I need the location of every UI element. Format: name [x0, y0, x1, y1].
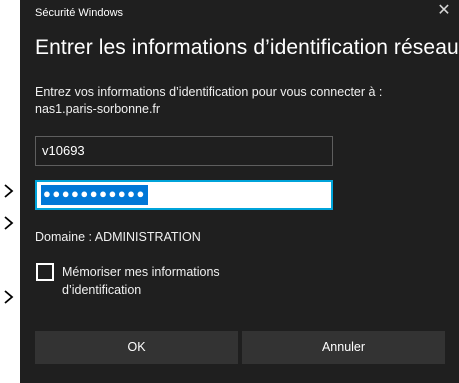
ok-button[interactable]: OK [35, 331, 238, 364]
password-field[interactable]: ●●●●●●●●●●● [35, 180, 333, 210]
username-field[interactable]: v10693 [35, 136, 333, 166]
remember-label-line2: d’identification [62, 283, 142, 297]
close-icon[interactable]: ✕ [435, 2, 453, 20]
remember-label[interactable]: Mémoriser mes informations d’identificat… [62, 263, 272, 299]
cursor-fragment-icon [4, 290, 14, 304]
window-title: Sécurité Windows [35, 7, 124, 19]
server-name: nas1.paris-sorbonne.fr [35, 102, 161, 116]
remember-label-line1: Mémoriser mes informations [62, 265, 220, 279]
password-mask: ●●●●●●●●●●● [41, 185, 148, 205]
dialog-heading: Entrer les informations d’identification… [35, 36, 459, 59]
cursor-fragment-icon [4, 216, 14, 230]
domain-label: Domaine : ADMINISTRATION [35, 230, 201, 244]
cancel-button[interactable]: Annuler [242, 331, 445, 364]
connection-prompt: Entrez vos informations d’identification… [35, 84, 450, 118]
prompt-text: Entrez vos informations d’identification… [35, 85, 383, 99]
cursor-fragment-icon [4, 184, 14, 198]
credentials-dialog: Sécurité Windows ✕ Entrer les informatio… [20, 0, 459, 383]
remember-checkbox[interactable] [36, 263, 54, 281]
